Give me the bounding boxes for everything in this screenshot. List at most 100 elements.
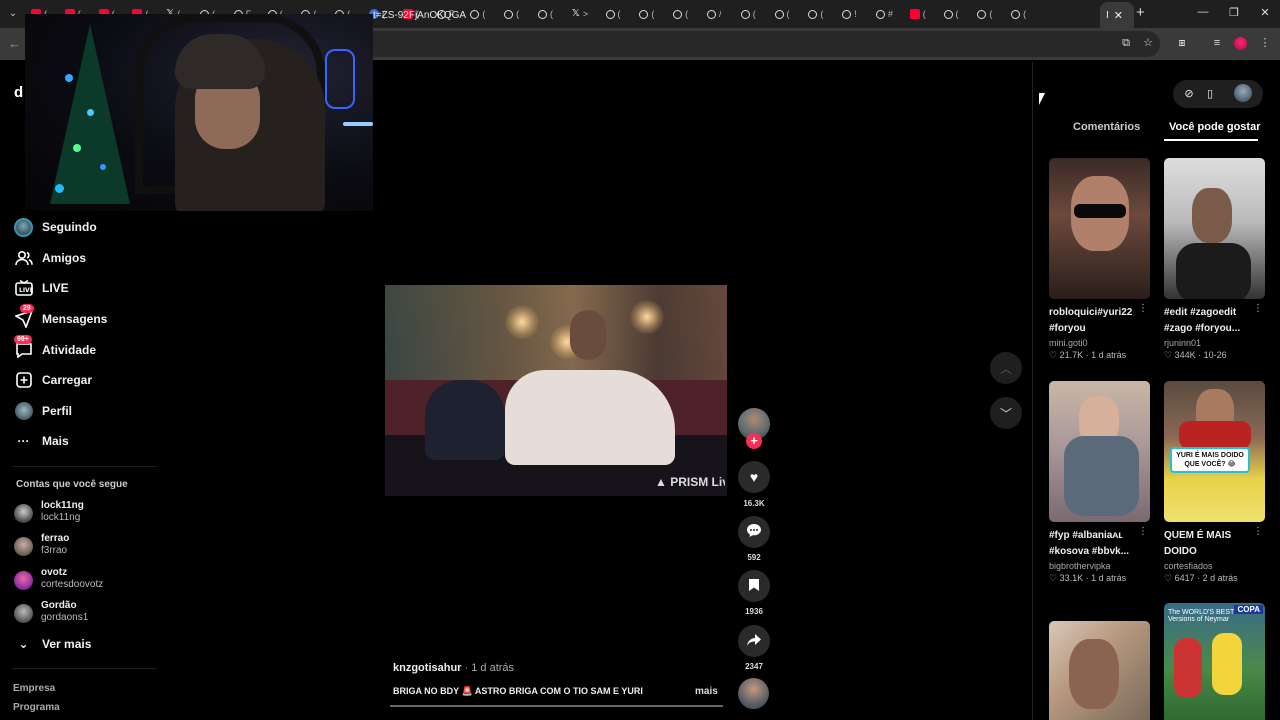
browser-tab[interactable]: ( [972, 4, 1006, 24]
card-more-icon[interactable]: ⋮ [1253, 303, 1263, 314]
tiktok-favicon-icon [504, 9, 514, 19]
heart-icon: ♥ [749, 469, 759, 485]
account-name: Gordão [41, 600, 77, 611]
tiktok-favicon-icon [774, 9, 784, 19]
video-thumbnail[interactable] [1049, 158, 1150, 299]
recommended-video-card[interactable] [1049, 621, 1150, 720]
browser-menu-icon[interactable]: ⋮ [1258, 36, 1272, 50]
tiktok-logo-icon[interactable]: d [14, 84, 23, 101]
card-author[interactable]: bigbrothervipka [1049, 561, 1150, 571]
browser-tab[interactable]: ( [905, 4, 939, 24]
recommended-video-card[interactable]: robloquici#yuri22 #foryou ⋮ mini.goti0 ♡… [1049, 158, 1150, 361]
followed-account[interactable]: ferrao f3rrao [14, 533, 154, 563]
nav-more[interactable]: ··· Mais [14, 429, 69, 453]
browser-tab-title: ( [1023, 9, 1027, 19]
card-stats: ♡ 33.1K · 1 d atrás [1049, 573, 1127, 583]
nav-activity[interactable]: 99+ Atividade [14, 334, 96, 362]
close-window-icon[interactable]: ✕ [1258, 6, 1272, 19]
browser-profile-avatar[interactable] [1234, 37, 1247, 50]
follow-plus-icon[interactable]: + [746, 433, 762, 449]
followed-account[interactable]: lock11ng lock11ng [14, 500, 154, 530]
browser-tab[interactable]: ! [837, 4, 871, 24]
previous-video-button[interactable]: ︿ [990, 352, 1022, 384]
url-text[interactable]: t=ZS-92FjAnOKQGA [373, 10, 466, 21]
browser-tab-title: ( [549, 9, 553, 19]
browser-tab[interactable]: ( [736, 4, 770, 24]
share-button[interactable] [738, 625, 770, 657]
recommended-video-card[interactable]: #edit #zagoedit #zago #foryou... ⋮ rjuni… [1164, 158, 1265, 361]
browser-tab[interactable]: ( [1006, 4, 1040, 24]
see-more-button[interactable]: ⌄ Ver mais [14, 632, 91, 656]
browser-tab[interactable]: ( [803, 4, 837, 24]
video-thumbnail[interactable] [1049, 621, 1150, 720]
browser-tab[interactable]: ( [668, 4, 702, 24]
recommended-video-card[interactable]: YURI É MAIS DOIDO QUE VOCÊ? 😂 QUEM É MAI… [1164, 381, 1265, 584]
video-author[interactable]: knzgotisahur [393, 662, 461, 674]
extensions-puzzle-icon[interactable]: ⧆ [1175, 36, 1189, 50]
footer-link-program[interactable]: Programa [13, 702, 60, 713]
video-thumbnail[interactable]: YURI É MAIS DOIDO QUE VOCÊ? 😂 [1164, 381, 1265, 522]
tiktok-favicon-icon [740, 9, 750, 19]
footer-link-company[interactable]: Empresa [13, 683, 55, 694]
recommended-video-card[interactable]: COPA The WORLD'S BEST Versions of Neymar [1164, 603, 1265, 720]
phone-icon[interactable]: ▯ [1203, 87, 1217, 101]
browser-tab[interactable]: ( [601, 4, 635, 24]
video-progress-bar[interactable] [390, 705, 723, 707]
tab-comments[interactable]: Comentários [1073, 121, 1140, 133]
video-thumbnail[interactable] [1164, 158, 1265, 299]
user-avatar[interactable] [1234, 84, 1252, 102]
comment-button[interactable] [738, 516, 770, 548]
card-more-icon[interactable]: ⋮ [1138, 303, 1148, 314]
card-more-icon[interactable]: ⋮ [1253, 526, 1263, 537]
browser-tab-title: ( [617, 9, 621, 19]
nav-messages[interactable]: 29 Mensagens [14, 303, 107, 331]
back-arrow-icon[interactable]: ← [8, 36, 21, 51]
active-tab[interactable]: I ✕ [1100, 2, 1134, 28]
video-player[interactable]: ▲ PRISM Live [385, 285, 727, 496]
account-name: lock11ng [41, 500, 84, 511]
tab-recommended[interactable]: Você pode gostar [1169, 121, 1260, 133]
tree-light [73, 144, 81, 152]
caption-more-button[interactable]: mais [695, 686, 718, 697]
nav-upload[interactable]: Carregar [14, 368, 92, 392]
browser-tab-title: ( [651, 9, 655, 19]
followed-account[interactable]: Gordão gordaons1 [14, 600, 154, 630]
browser-tab-title: ( [955, 9, 959, 19]
video-person-head [570, 310, 606, 360]
video-thumbnail[interactable]: COPA The WORLD'S BEST Versions of Neymar [1164, 603, 1265, 720]
nav-friends[interactable]: Amigos [14, 246, 86, 270]
browser-tab[interactable]: ( [634, 4, 668, 24]
next-video-button[interactable]: ﹀ [990, 397, 1022, 429]
followed-account[interactable]: ovotz cortesdoovotz [14, 567, 154, 597]
browser-tab[interactable]: ( [499, 4, 533, 24]
minimize-icon[interactable]: — [1196, 6, 1210, 18]
media-controls-icon[interactable]: ≡ [1210, 36, 1224, 50]
browser-tab[interactable]: ( [770, 4, 804, 24]
card-author[interactable]: cortesfiados [1164, 561, 1265, 571]
install-app-icon[interactable]: ⧉ [1119, 36, 1133, 50]
share-count: 2347 [745, 662, 763, 671]
nav-following[interactable]: Seguindo [14, 215, 97, 239]
save-button[interactable] [738, 570, 770, 602]
close-tab-icon[interactable]: ✕ [1114, 9, 1123, 22]
browser-tab[interactable]: 𝕏 > [567, 4, 601, 24]
card-more-icon[interactable]: ⋮ [1138, 526, 1148, 537]
card-author[interactable]: mini.goti0 [1049, 338, 1150, 348]
browser-tab[interactable]: # [871, 4, 905, 24]
sound-disc-avatar[interactable] [738, 678, 769, 709]
compass-icon[interactable]: ⊘ [1182, 87, 1196, 101]
maximize-icon[interactable]: ❐ [1227, 6, 1241, 19]
browser-tab[interactable]: ( [465, 4, 499, 24]
nav-live[interactable]: LIVE LIVE [14, 276, 69, 300]
browser-tab[interactable]: ( [533, 4, 567, 24]
browser-tab[interactable]: / [702, 4, 736, 24]
video-thumbnail[interactable] [1049, 381, 1150, 522]
tab-search-dropdown-icon[interactable]: ⌄ [4, 5, 22, 23]
browser-tab[interactable]: ( [939, 4, 973, 24]
new-tab-button[interactable]: + [1136, 4, 1152, 22]
like-button[interactable]: ♥ [738, 461, 770, 493]
card-author[interactable]: rjuninn01 [1164, 338, 1265, 348]
bookmark-star-icon[interactable]: ☆ [1141, 36, 1155, 50]
recommended-video-card[interactable]: #fyp #albaniaᴀʟ #kosova #bbvk... ⋮ bigbr… [1049, 381, 1150, 584]
nav-profile[interactable]: Perfil [14, 399, 72, 423]
